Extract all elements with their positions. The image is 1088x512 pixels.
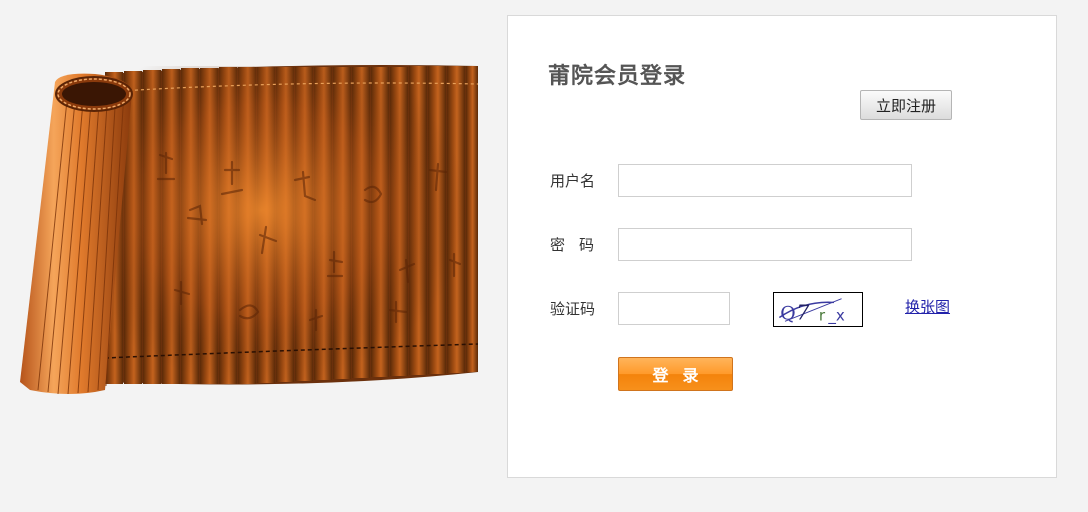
login-panel: 莆院会员登录 立即注册 用户名 密码 验证码 Q 7 r _x 换张图 登录: [507, 15, 1057, 478]
change-captcha-link[interactable]: 换张图: [905, 296, 950, 317]
login-page: 莆院会员登录 立即注册 用户名 密码 验证码 Q 7 r _x 换张图 登录: [0, 0, 1088, 512]
login-button[interactable]: 登录: [618, 357, 733, 391]
bamboo-scroll-illustration: [20, 65, 479, 395]
captcha-text-7: 7: [796, 300, 810, 324]
password-label: 密码: [550, 236, 609, 254]
password-input[interactable]: [618, 228, 912, 261]
username-input[interactable]: [618, 164, 912, 197]
register-button[interactable]: 立即注册: [860, 90, 952, 120]
captcha-image[interactable]: Q 7 r _x: [773, 292, 863, 327]
username-label: 用户名: [550, 172, 596, 190]
captcha-label: 验证码: [550, 300, 596, 318]
captcha-text: Q: [780, 303, 795, 324]
page-title: 莆院会员登录: [548, 64, 687, 89]
captcha-input[interactable]: [618, 292, 730, 325]
captcha-text-rest: _x: [827, 306, 845, 325]
captcha-text-r: r: [819, 306, 826, 324]
